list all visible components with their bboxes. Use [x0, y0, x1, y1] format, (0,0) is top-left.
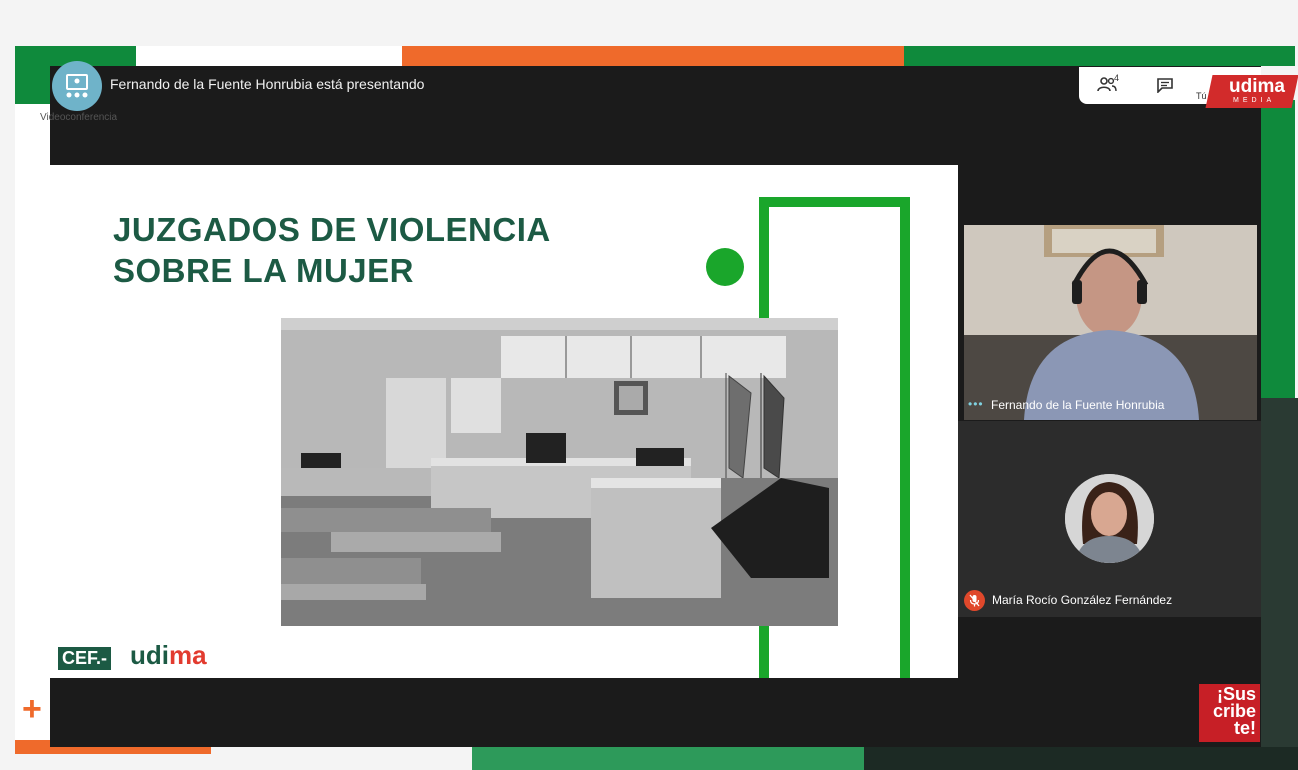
slide-green-dot	[706, 248, 744, 286]
avatar	[1065, 474, 1154, 563]
slide-title: JUZGADOS DE VIOLENCIA SOBRE LA MUJER	[113, 209, 673, 291]
slide-title-line-1: JUZGADOS DE VIOLENCIA	[113, 211, 551, 248]
courtroom-photo	[281, 318, 838, 626]
videoconference-logo-icon	[52, 61, 102, 111]
presenting-status: Fernando de la Fuente Honrubia está pres…	[110, 76, 425, 92]
subscribe-text-3: te!	[1234, 718, 1256, 738]
participant-tile-fernando[interactable]	[964, 225, 1257, 420]
participant-count: 4	[1114, 73, 1120, 83]
udima-badge-text: udima	[1229, 76, 1285, 97]
mic-off-icon	[964, 590, 985, 611]
speaking-indicator-icon: •••	[968, 397, 984, 411]
presentation-slide: JUZGADOS DE VIOLENCIA SOBRE LA MUJER CEF…	[50, 165, 958, 678]
udima-logo: udima	[130, 640, 207, 671]
udima-logo-part-2: ma	[169, 640, 207, 670]
participant-name-maria: María Rocío González Fernández	[992, 593, 1173, 607]
app-label: Videoconferencia	[40, 112, 118, 123]
frame-band-green-right	[904, 46, 1295, 66]
frame-band-orange-top	[402, 46, 904, 66]
frame-band-dark-side	[1261, 398, 1298, 770]
chat-button[interactable]	[1156, 77, 1174, 98]
self-label: Tú	[1196, 91, 1207, 101]
frame-band-green-bottom	[472, 747, 864, 770]
udima-badge-subtext: MEDIA	[1233, 97, 1276, 104]
subscribe-button[interactable]: ¡Sus cribe te!	[1199, 684, 1260, 742]
cef-logo: CEF.-	[58, 647, 111, 670]
chat-icon	[1157, 78, 1173, 94]
frame-band-dark-bottom	[864, 747, 1298, 770]
frame-band-white-left	[15, 104, 50, 740]
frame-band-green-side	[1261, 100, 1295, 398]
participant-name-fernando: Fernando de la Fuente Honrubia	[991, 398, 1165, 412]
plus-icon: +	[22, 690, 42, 728]
slide-title-line-2: SOBRE LA MUJER	[113, 252, 414, 289]
frame-band-white-top	[136, 46, 402, 66]
udima-logo-part-1: udi	[130, 640, 169, 670]
